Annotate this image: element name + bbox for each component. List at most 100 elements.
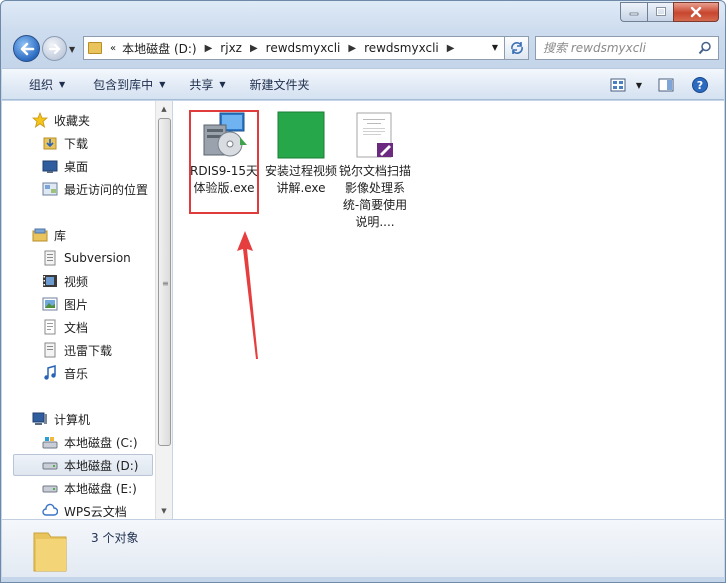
address-history-dropdown[interactable]: ▼: [492, 43, 498, 52]
sidebar-item-label: 文档: [64, 320, 89, 335]
maximize-button[interactable]: [647, 2, 673, 22]
search-icon[interactable]: [698, 41, 712, 55]
breadcrumb-separator-icon[interactable]: ▶: [348, 43, 356, 54]
sidebar-item-documents[interactable]: 文档: [2, 316, 155, 338]
breadcrumb-separator-icon[interactable]: ▶: [447, 43, 455, 54]
breadcrumb-item[interactable]: rewdsmyxcli: [266, 41, 341, 55]
computer-icon: [32, 411, 48, 427]
documents-icon: [42, 319, 58, 335]
breadcrumb-item[interactable]: rewdsmyxcli: [364, 41, 439, 55]
view-options-dropdown[interactable]: ▼: [632, 73, 646, 97]
sidebar-group-label: 计算机: [54, 412, 91, 427]
sidebar-group-label: 库: [54, 228, 67, 243]
scrollbar-thumb[interactable]: ≡: [158, 118, 171, 446]
breadcrumb: 本地磁盘 (D:) ▶ rjxz ▶ rewdsmyxcli ▶ rewdsmyxcl…: [122, 40, 462, 57]
include-in-library-menu[interactable]: 包含到库中 ▼: [85, 71, 173, 97]
document-icon: [351, 111, 399, 159]
help-icon: ?: [692, 77, 708, 93]
downloads-library-icon: [42, 342, 58, 358]
scroll-up-arrow-icon[interactable]: ▲: [156, 101, 172, 117]
sidebar-item-label: 下载: [64, 136, 89, 151]
dropdown-arrow-icon: ▼: [59, 79, 66, 89]
change-view-button[interactable]: [604, 73, 632, 97]
breadcrumb-item[interactable]: rjxz: [220, 41, 242, 55]
back-button[interactable]: [13, 35, 40, 62]
new-folder-button[interactable]: 新建文件夹: [242, 71, 318, 97]
command-bar: 组织 ▼ 包含到库中 ▼ 共享 ▼ 新建文件夹 ▼ ?: [2, 68, 724, 100]
sidebar-item-drive-e[interactable]: 本地磁盘 (E:): [2, 477, 155, 499]
file-name: 安装过程视频讲解.exe: [265, 164, 338, 195]
svg-text:?: ?: [697, 79, 703, 92]
breadcrumb-overflow[interactable]: «: [110, 43, 116, 54]
sidebar-item-downloads[interactable]: 下载: [2, 132, 155, 154]
forward-button[interactable]: [42, 36, 67, 61]
sidebar-item-recent-places[interactable]: 最近访问的位置: [2, 178, 155, 200]
sidebar-item-pictures[interactable]: 图片: [2, 293, 155, 315]
minimize-button[interactable]: [620, 2, 647, 22]
organize-menu[interactable]: 组织 ▼: [21, 71, 73, 97]
file-list[interactable]: RDIS9-15天体验版.exe 安装过程视频讲解.exe 锐尔文档扫描影像处理…: [173, 101, 724, 519]
sidebar-group-favorites[interactable]: 收藏夹: [2, 109, 155, 131]
scroll-down-arrow-icon[interactable]: ▼: [156, 503, 172, 519]
new-folder-label: 新建文件夹: [249, 77, 310, 92]
sidebar-item-label: WPS云文档: [64, 504, 127, 519]
share-label: 共享: [189, 77, 214, 92]
sidebar-item-xunlei-downloads[interactable]: 迅雷下载: [2, 339, 155, 361]
sidebar-item-wps-cloud[interactable]: WPS云文档: [2, 500, 155, 519]
back-arrow-icon: [20, 42, 34, 55]
hard-drive-icon: [42, 457, 58, 473]
breadcrumb-separator-icon[interactable]: ▶: [250, 43, 258, 54]
sidebar-item-label: 本地磁盘 (E:): [64, 481, 137, 496]
file-item[interactable]: 锐尔文档扫描影像处理系统-简要使用说明....: [339, 111, 411, 231]
downloads-folder-icon: [42, 135, 58, 151]
refresh-icon: [510, 42, 523, 54]
caption-buttons: [620, 2, 719, 22]
subversion-library-icon: [42, 250, 58, 266]
desktop-icon: [42, 158, 58, 174]
navigation-pane-scrollbar[interactable]: ▲ ≡ ▼: [155, 101, 172, 519]
refresh-button[interactable]: [505, 36, 529, 60]
sidebar-group-libraries[interactable]: 库: [2, 224, 155, 246]
sidebar-item-label: 最近访问的位置: [64, 182, 149, 197]
preview-pane-icon: [658, 78, 674, 92]
annotation-highlight-box: [189, 110, 259, 214]
explorer-window: ▼ « 本地磁盘 (D:) ▶ rjxz ▶ rewdsmyxcli ▶ rewdsm…: [0, 0, 726, 583]
minimize-icon: [629, 12, 639, 16]
sidebar-item-label: 本地磁盘 (C:): [64, 435, 138, 450]
file-item[interactable]: 安装过程视频讲解.exe: [265, 111, 337, 197]
sidebar-item-drive-c[interactable]: 本地磁盘 (C:): [2, 431, 155, 453]
sidebar-item-label: 迅雷下载: [64, 343, 113, 358]
annotation-arrow-icon: [237, 231, 258, 359]
search-input[interactable]: [541, 40, 699, 56]
star-icon: [32, 112, 48, 128]
preview-pane-button[interactable]: [652, 73, 680, 97]
file-name: 锐尔文档扫描影像处理系统-简要使用说明....: [339, 164, 412, 229]
view-controls: ▼ ?: [604, 73, 714, 97]
sidebar-item-desktop[interactable]: 桌面: [2, 155, 155, 177]
sidebar-item-label: 本地磁盘 (D:): [64, 458, 139, 473]
sidebar-item-label: 桌面: [64, 159, 89, 174]
pictures-icon: [42, 296, 58, 312]
breadcrumb-item[interactable]: 本地磁盘 (D:): [122, 40, 196, 57]
sidebar-item-label: 视频: [64, 274, 89, 289]
sidebar-item-label: 图片: [64, 297, 89, 312]
sidebar-item-videos[interactable]: 视频: [2, 270, 155, 292]
help-button[interactable]: ?: [686, 73, 714, 97]
sidebar-group-computer[interactable]: 计算机: [2, 408, 155, 430]
close-icon: [690, 6, 702, 18]
sidebar-item-label: Subversion: [64, 251, 131, 265]
recent-places-icon: [42, 181, 58, 197]
close-button[interactable]: [673, 2, 719, 22]
search-box[interactable]: [535, 36, 719, 60]
navigation-pane: 收藏夹 下载 桌面 最近访问的位置 库 Subversion 视频 图片 文档 …: [2, 101, 155, 519]
share-menu[interactable]: 共享 ▼: [181, 71, 233, 97]
library-icon: [32, 227, 48, 243]
sidebar-item-music[interactable]: 音乐: [2, 362, 155, 384]
address-bar[interactable]: « 本地磁盘 (D:) ▶ rjxz ▶ rewdsmyxcli ▶ rewdsmyx…: [83, 36, 505, 60]
forward-arrow-icon: [48, 43, 61, 54]
recent-pages-dropdown[interactable]: ▼: [69, 45, 75, 54]
breadcrumb-separator-icon[interactable]: ▶: [205, 43, 213, 54]
sidebar-item-subversion[interactable]: Subversion: [2, 247, 155, 269]
videos-icon: [42, 273, 58, 289]
sidebar-item-drive-d[interactable]: 本地磁盘 (D:): [13, 454, 153, 476]
